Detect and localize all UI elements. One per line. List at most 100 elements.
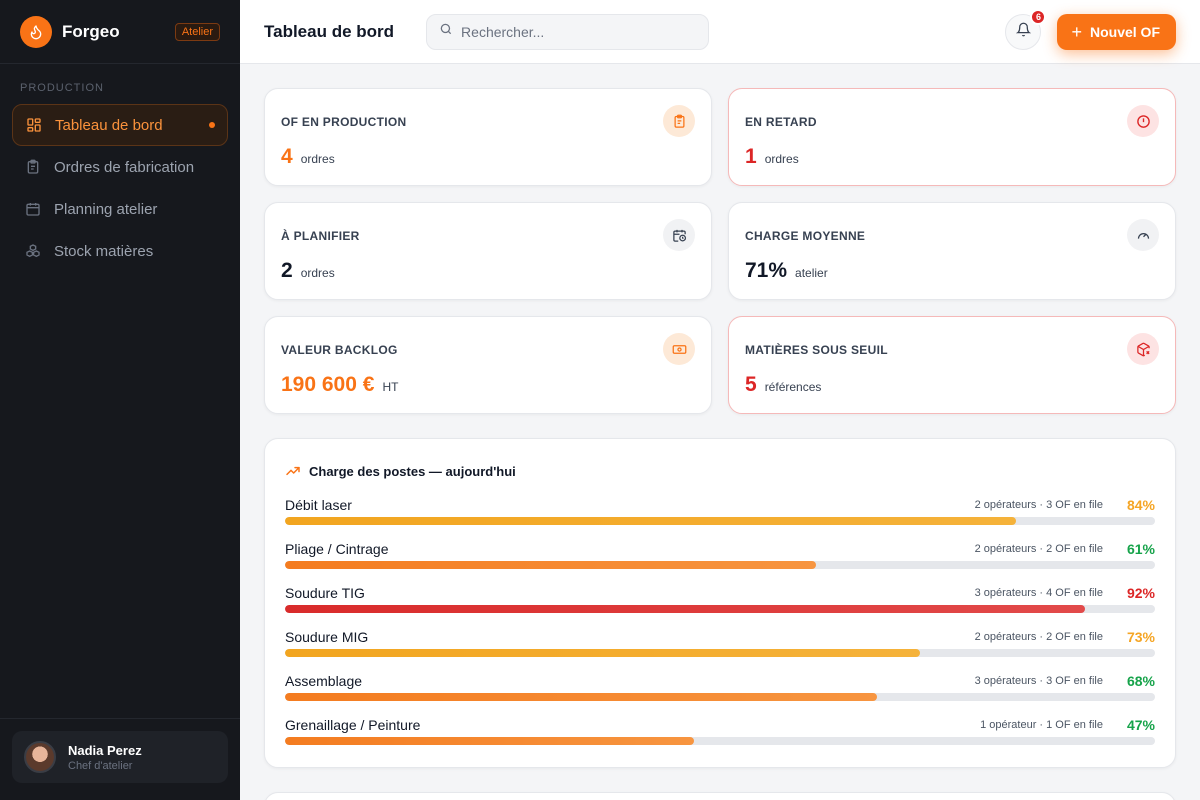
stat-value: 71% (745, 259, 788, 282)
new-of-button[interactable]: + Nouvel OF (1057, 13, 1176, 50)
load-bar-track (285, 693, 1155, 701)
user-card[interactable]: Nadia Perez Chef d'atelier (12, 731, 228, 783)
user-role: Chef d'atelier (68, 759, 133, 772)
flame-logo-icon[interactable] (20, 15, 52, 48)
stat-value: 1 (745, 145, 757, 168)
load-bar-track (285, 649, 1155, 657)
sidebar-item-label: Ordres de fabrication (54, 158, 195, 176)
clipboard-icon (663, 105, 695, 137)
station-meta: 2 opérateurs · 3 OF en file (974, 499, 1103, 511)
main-content: OF EN PRODUCTION 4 ordres EN RETARD 1 or… (240, 64, 1200, 800)
stat-value-group: 1 ordres (745, 145, 799, 169)
station-row[interactable]: Grenaillage / Peinture 1 opérateur · 1 OF… (285, 717, 1155, 747)
stat-label: VALEUR BACKLOG (281, 343, 398, 357)
stat-value-group: 4 ordres (281, 145, 335, 169)
station-meta: 3 opérateurs · 4 OF en file (974, 587, 1103, 599)
stat-value: 4 (281, 145, 293, 168)
station-load-percent: 61% (1126, 541, 1155, 557)
load-bar-track (285, 561, 1155, 569)
station-name: Débit laser (285, 497, 352, 513)
station-row[interactable]: Débit laser 2 opérateurs · 3 OF en file 84… (285, 497, 1155, 527)
stat-card-matieres-sous-seuil[interactable]: MATIÈRES SOUS SEUIL 5 références (728, 316, 1176, 414)
sidebar-item-label: Planning atelier (54, 200, 158, 218)
stat-label: MATIÈRES SOUS SEUIL (745, 343, 888, 357)
notification-count-badge: 6 (1030, 8, 1047, 25)
station-name: Soudure TIG (285, 585, 365, 601)
top-header: Tableau de bord 6 + Nouvel OF (240, 0, 1200, 64)
package-x-icon (1127, 333, 1159, 365)
sidebar-item-tableau-de-bord[interactable]: Tableau de bord (12, 104, 228, 146)
alert-circle-icon (1127, 105, 1159, 137)
station-load-card: Charge des postes — aujourd'hui Débit la… (264, 438, 1176, 768)
stat-value-group: 190 600 € HT (281, 373, 398, 397)
calendar-icon (24, 200, 42, 218)
station-meta: 3 opérateurs · 3 OF en file (974, 675, 1103, 687)
nav-section-label: PRODUCTION (20, 82, 104, 94)
station-meta: 1 opérateur · 1 OF en file (980, 719, 1103, 731)
sidebar-nav: Tableau de bord Ordres de fabrication Pl… (0, 104, 240, 272)
brand-badge: Atelier (174, 22, 220, 41)
notifications-button[interactable]: 6 (1005, 8, 1047, 50)
active-dot (209, 122, 215, 128)
plus-icon: + (1071, 21, 1082, 42)
station-load-percent: 68% (1126, 673, 1155, 689)
stat-label: À PLANIFIER (281, 229, 360, 243)
banknote-icon (663, 333, 695, 365)
search-box[interactable] (426, 13, 710, 50)
station-load-percent: 84% (1126, 497, 1155, 513)
station-row[interactable]: Pliage / Cintrage 2 opérateurs · 2 OF en … (285, 541, 1155, 571)
search-input[interactable] (461, 23, 682, 40)
stat-unit: ordres (764, 152, 799, 166)
station-row[interactable]: Soudure MIG 2 opérateurs · 2 OF en file 73… (285, 629, 1155, 659)
bell-icon (1015, 22, 1032, 42)
sidebar-item-planning-atelier[interactable]: Planning atelier (12, 188, 228, 230)
stat-card-of-en-production[interactable]: OF EN PRODUCTION 4 ordres (264, 88, 712, 186)
station-load-percent: 92% (1126, 585, 1155, 601)
stat-value-group: 2 ordres (281, 259, 335, 283)
boxes-icon (24, 242, 42, 260)
load-bar-track (285, 517, 1155, 525)
dashboard-icon (25, 116, 43, 134)
sidebar-item-stock-matieres[interactable]: Stock matières (12, 230, 228, 272)
station-load-percent: 47% (1126, 717, 1155, 733)
sidebar-item-ordres-de-fabrication[interactable]: Ordres de fabrication (12, 146, 228, 188)
station-meta: 2 opérateurs · 2 OF en file (974, 543, 1103, 555)
stat-unit: références (764, 380, 822, 394)
stat-label: EN RETARD (745, 115, 817, 129)
station-meta: 2 opérateurs · 2 OF en file (974, 631, 1103, 643)
station-load-percent: 73% (1126, 629, 1155, 645)
stat-card-a-planifier[interactable]: À PLANIFIER 2 ordres (264, 202, 712, 300)
station-load-title: Charge des postes — aujourd'hui (285, 463, 516, 479)
user-name: Nadia Perez (68, 742, 142, 758)
stat-value-group: 71% atelier (745, 259, 828, 283)
stat-unit: ordres (300, 152, 335, 166)
sidebar: Forgeo Atelier PRODUCTION Tableau de bor… (0, 0, 240, 800)
station-row[interactable]: Soudure TIG 3 opérateurs · 4 OF en file 92… (285, 585, 1155, 615)
gauge-icon (1127, 219, 1159, 251)
stat-unit: ordres (300, 266, 335, 280)
station-load-title-text: Charge des postes — aujourd'hui (309, 463, 516, 479)
avatar (24, 741, 56, 773)
load-bar-fill (285, 605, 1086, 613)
stat-value: 190 600 € (281, 373, 375, 396)
stat-value-group: 5 références (745, 373, 821, 397)
load-bar-fill (285, 517, 1016, 525)
load-bar-fill (285, 693, 877, 701)
stat-card-valeur-backlog[interactable]: VALEUR BACKLOG 190 600 € HT (264, 316, 712, 414)
brand-name: Forgeo (62, 21, 120, 41)
sidebar-item-label: Stock matières (54, 242, 154, 260)
station-name: Assemblage (285, 673, 363, 689)
stat-label: CHARGE MOYENNE (745, 229, 866, 243)
trending-up-icon (286, 466, 300, 476)
station-row[interactable]: Assemblage 3 opérateurs · 3 OF en file 68% (285, 673, 1155, 703)
search-icon (439, 22, 453, 41)
stat-card-charge-moyenne[interactable]: CHARGE MOYENNE 71% atelier (728, 202, 1176, 300)
calendar-clock-icon (663, 219, 695, 251)
load-bar-track (285, 737, 1155, 745)
station-name: Pliage / Cintrage (285, 541, 389, 557)
stat-unit: HT (382, 380, 399, 394)
new-of-button-label: Nouvel OF (1089, 23, 1160, 40)
stat-unit: atelier (795, 266, 828, 280)
stat-card-en-retard[interactable]: EN RETARD 1 ordres (728, 88, 1176, 186)
stat-value: 5 (745, 373, 757, 396)
